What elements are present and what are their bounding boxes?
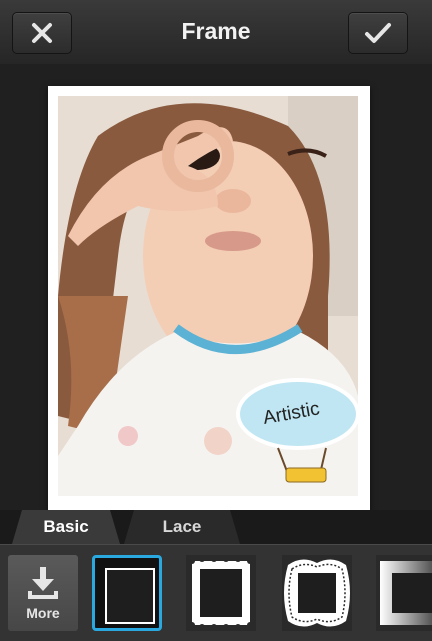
frame-option-scalloped[interactable]	[186, 555, 256, 631]
more-button[interactable]: More	[8, 555, 78, 631]
download-icon	[28, 567, 58, 599]
close-button[interactable]	[12, 12, 72, 54]
photo-illustration: Artistic	[58, 96, 358, 496]
frame-option-soft-edge[interactable]	[376, 555, 432, 631]
page-title: Frame	[181, 18, 251, 44]
photo: Artistic	[58, 96, 358, 496]
plain-frame-thumb	[105, 568, 155, 624]
top-bar: Frame	[0, 0, 432, 65]
lace-frame-thumb	[284, 559, 350, 627]
frame-option-plain[interactable]	[92, 555, 162, 631]
tab-lace[interactable]: Lace	[124, 510, 240, 544]
scalloped-frame-thumb	[189, 556, 253, 630]
confirm-button[interactable]	[348, 12, 408, 54]
frame-option-lace[interactable]	[282, 555, 352, 631]
checkmark-icon	[365, 23, 391, 43]
tab-basic[interactable]: Basic	[12, 510, 120, 544]
close-x-icon	[32, 23, 52, 43]
more-label: More	[26, 605, 60, 621]
soft-edge-frame-thumb	[380, 561, 432, 625]
frame-preview: Artistic	[48, 86, 370, 510]
frame-options-strip: More	[0, 544, 432, 641]
frame-category-tabs: Basic Lace	[0, 510, 432, 544]
